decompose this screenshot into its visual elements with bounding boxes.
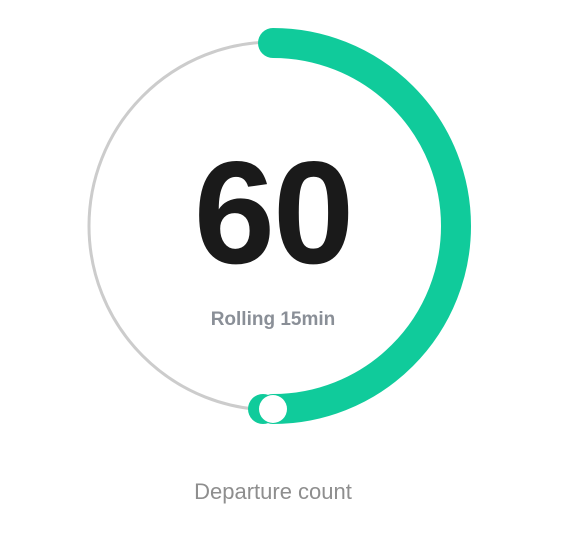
gauge-handle[interactable]	[259, 395, 287, 423]
gauge-label: Departure count	[194, 479, 352, 504]
gauge-value: 60	[193, 131, 354, 294]
gauge-caption: Rolling 15min	[210, 309, 336, 330]
